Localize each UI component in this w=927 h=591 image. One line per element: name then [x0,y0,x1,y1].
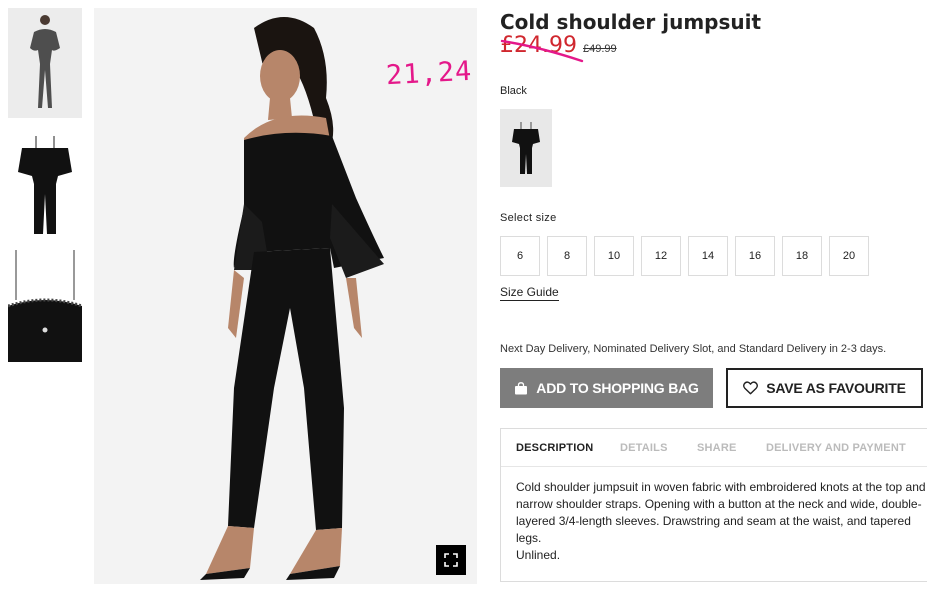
size-option-6[interactable]: 6 [500,236,540,276]
description-text: Cold shoulder jumpsuit in woven fabric w… [516,480,926,562]
model-thumbnail-image [8,8,82,118]
thumbnail-product-flat[interactable] [8,132,82,240]
info-tabs: DESCRIPTION DETAILS SHARE DELIVERY AND P… [501,429,927,467]
shopping-bag-icon [515,381,528,394]
thumbnail-model-front[interactable] [8,8,82,118]
original-price: £49.99 [583,43,617,55]
size-option-14[interactable]: 14 [688,236,728,276]
save-favourite-button[interactable]: SAVE AS FAVOURITE [726,368,923,408]
sale-price: £24.99 [500,33,577,58]
product-title: Cold shoulder jumpsuit [500,10,762,34]
size-option-18[interactable]: 18 [782,236,822,276]
size-options: 6 8 10 12 14 16 18 20 [500,236,869,276]
color-label: Black [500,85,527,97]
delivery-note: Next Day Delivery, Nominated Delivery Sl… [500,343,887,355]
tab-share[interactable]: SHARE [697,442,737,454]
thumbnail-detail[interactable] [8,250,82,362]
size-option-10[interactable]: 10 [594,236,634,276]
size-option-20[interactable]: 20 [829,236,869,276]
size-option-12[interactable]: 12 [641,236,681,276]
tab-description[interactable]: DESCRIPTION [516,442,593,454]
detail-closeup-image [8,250,82,362]
flat-jumpsuit-image [8,132,82,240]
size-option-16[interactable]: 16 [735,236,775,276]
main-product-image[interactable] [94,8,477,584]
model-photo [94,8,477,584]
size-guide-link[interactable]: Size Guide [500,285,559,301]
fullscreen-icon [444,553,458,567]
select-size-label: Select size [500,212,557,224]
tab-details[interactable]: DETAILS [620,442,668,454]
heart-icon [743,381,759,395]
size-option-8[interactable]: 8 [547,236,587,276]
save-favourite-label: SAVE AS FAVOURITE [766,380,906,396]
color-swatch-black[interactable] [500,109,552,187]
add-to-bag-label: ADD TO SHOPPING BAG [536,380,699,396]
fullscreen-button[interactable] [436,545,466,575]
tab-delivery-payment[interactable]: DELIVERY AND PAYMENT [766,442,906,454]
add-to-bag-button[interactable]: ADD TO SHOPPING BAG [500,368,713,408]
swatch-jumpsuit-image [512,122,540,174]
product-info-panel: DESCRIPTION DETAILS SHARE DELIVERY AND P… [500,428,927,582]
handwritten-annotation: 21,24 [385,55,474,92]
